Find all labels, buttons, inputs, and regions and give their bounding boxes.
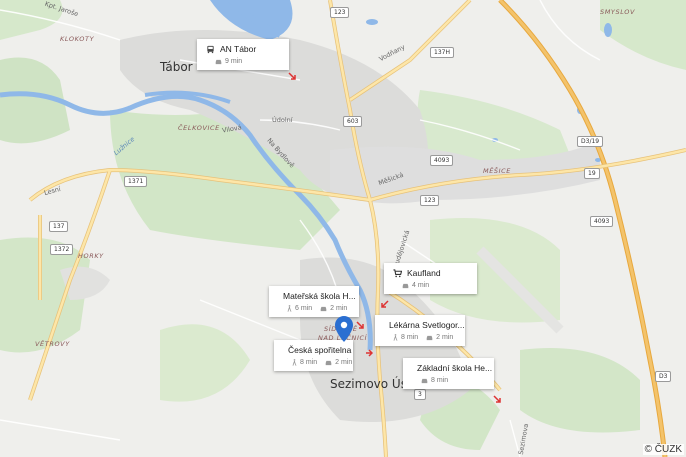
poi-car-time-value: 2 min	[330, 305, 348, 312]
poi-walk-time-value: 6 min	[295, 305, 313, 312]
car-icon	[325, 360, 332, 365]
poi-travel-times: 8 min	[412, 377, 486, 384]
town-label-tabor: Tábor	[160, 60, 193, 74]
poi-car-time: 2 min	[320, 305, 347, 312]
road-shield-4093-center: 4093	[430, 155, 454, 166]
poi-name: Mateřská škola H...	[283, 291, 356, 301]
arrow-icon	[493, 395, 501, 403]
poi-walk-time: 8 min	[292, 359, 317, 366]
arrow-icon	[366, 349, 374, 357]
poi-direction-marker	[365, 344, 374, 362]
road-shield-d3: D3	[655, 371, 672, 382]
poi-title: AN Tábor	[206, 44, 281, 54]
locality-label-smyslov: SMYSLOV	[600, 8, 636, 16]
poi-direction-marker	[381, 295, 389, 313]
car-icon	[426, 335, 433, 340]
arrow-icon	[356, 321, 364, 329]
road-shield-1371: 1371	[124, 176, 148, 187]
poi-car-time: 4 min	[402, 282, 429, 289]
locality-label-horky: HORKY	[78, 252, 104, 260]
locality-label-mesice: MĚŠICE	[483, 167, 512, 175]
walk-icon	[292, 359, 297, 366]
map-attribution: © ČUZK	[642, 444, 684, 455]
poi-callout-materska-skola[interactable]: Mateřská škola H... 6 min 2 min	[269, 286, 359, 317]
poi-callout-lekarna[interactable]: Lékárna Svetlogor... 8 min 2 min	[375, 315, 465, 346]
poi-direction-marker	[493, 390, 501, 408]
car-icon	[215, 59, 222, 64]
map-canvas[interactable]: Tábor Sezimovo Ústí KLOKOTY ČELKOVICE HO…	[0, 0, 686, 457]
poi-walk-time-value: 8 min	[300, 359, 318, 366]
poi-car-time: 2 min	[426, 334, 453, 341]
poi-title: Mateřská škola H...	[278, 291, 356, 301]
bus-icon	[207, 45, 214, 53]
poi-direction-marker	[356, 316, 364, 334]
map-pin-icon	[335, 316, 353, 342]
road-shield-4093-east: 4093	[590, 216, 614, 227]
poi-name: Základní škola He...	[417, 363, 493, 373]
poi-callout-an-tabor[interactable]: AN Tábor 9 min	[197, 39, 289, 70]
poi-walk-time-value: 8 min	[401, 334, 419, 341]
poi-callout-zakladni-skola[interactable]: Základní škola He... 8 min	[403, 358, 494, 389]
poi-title: Základní škola He...	[412, 363, 492, 373]
walk-icon	[287, 305, 292, 312]
poi-walk-time: 8 min	[393, 334, 418, 341]
poi-car-time-value: 8 min	[431, 377, 449, 384]
car-icon	[402, 283, 409, 288]
car-icon	[320, 306, 327, 311]
road-shield-137h: 137H	[430, 47, 454, 58]
road-shield-137: 137	[49, 221, 69, 232]
locality-label-klokoty: KLOKOTY	[60, 35, 95, 43]
poi-callout-kaufland[interactable]: Kaufland 4 min	[384, 263, 477, 294]
poi-title: Kaufland	[393, 268, 469, 278]
poi-title: Lékárna Svetlogor...	[384, 320, 465, 330]
locality-label-vetrovy: VĚTROVY	[35, 340, 70, 348]
poi-travel-times: 6 min 2 min	[278, 305, 351, 312]
poi-car-time: 2 min	[325, 359, 352, 366]
car-icon	[421, 378, 428, 383]
poi-travel-times: 9 min	[206, 58, 281, 65]
locality-label-celkovice: ČELKOVICE	[178, 124, 220, 132]
poi-car-time-value: 4 min	[412, 282, 430, 289]
poi-direction-marker	[288, 67, 296, 85]
cart-icon	[393, 268, 402, 277]
poi-car-time: 9 min	[215, 58, 242, 65]
road-shield-123-north: 123	[330, 7, 350, 18]
poi-name: Lékárna Svetlogor...	[389, 320, 465, 330]
poi-car-time-value: 2 min	[436, 334, 454, 341]
poi-name: AN Tábor	[220, 44, 257, 54]
poi-car-time: 8 min	[421, 377, 448, 384]
poi-car-time-value: 9 min	[225, 58, 243, 65]
poi-travel-times: 4 min	[393, 282, 469, 289]
arrow-icon	[381, 300, 389, 308]
poi-travel-times: 8 min 2 min	[283, 359, 352, 366]
poi-travel-times: 8 min 2 min	[384, 334, 457, 341]
location-pin-icon[interactable]	[335, 316, 353, 347]
road-shield-123-center: 123	[420, 195, 440, 206]
poi-car-time-value: 2 min	[335, 359, 353, 366]
road-shield-19: 19	[584, 168, 600, 179]
road-shield-3: 3	[414, 389, 426, 400]
road-shield-d3-19: D3/19	[577, 136, 604, 147]
poi-walk-time: 6 min	[287, 305, 312, 312]
arrow-icon	[288, 72, 296, 80]
street-label-udolni: Údolní	[272, 116, 293, 124]
road-shield-1372: 1372	[50, 244, 74, 255]
walk-icon	[393, 334, 398, 341]
road-shield-603: 603	[343, 116, 363, 127]
poi-name: Kaufland	[407, 268, 441, 278]
